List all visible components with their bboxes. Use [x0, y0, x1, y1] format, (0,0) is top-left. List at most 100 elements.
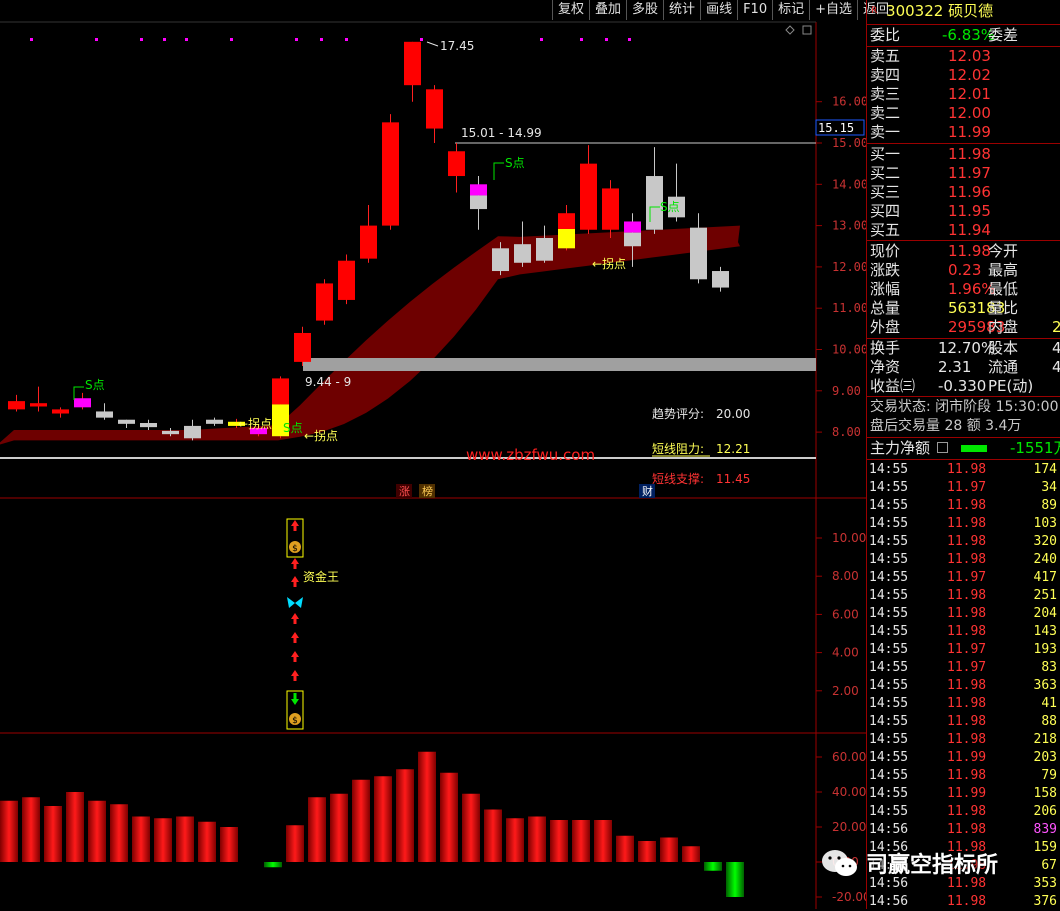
stock-name: 硕贝德	[948, 2, 994, 20]
price-tick: 11.00	[832, 301, 866, 315]
toolbar-btn-7[interactable]: +自选	[809, 0, 857, 20]
toolbar-btn-2[interactable]: 多股	[626, 0, 663, 20]
toolbar-btn-5[interactable]: F10	[737, 0, 772, 20]
tick-row: 14:55 11.98 89	[869, 498, 1057, 513]
candle	[558, 229, 575, 249]
candle	[52, 409, 69, 414]
flow-bar	[44, 806, 62, 862]
stat-row: 现价 11.98 今开	[870, 242, 1019, 260]
flow-bar	[660, 837, 678, 862]
up-arrow-icon	[291, 670, 299, 681]
price-tag-text: 15.15	[818, 121, 854, 135]
high-pointer	[426, 41, 439, 47]
candle	[536, 237, 553, 261]
menu-icon[interactable]	[936, 442, 948, 453]
mid-tick: 4.00	[832, 646, 859, 660]
flow-bar	[616, 835, 634, 862]
turn-point-label: ←拐点	[304, 428, 338, 443]
flow-bar	[638, 841, 656, 862]
flow-bar	[704, 862, 722, 871]
signal-dot	[320, 38, 323, 41]
toolbar-btn-4[interactable]: 画线	[700, 0, 737, 20]
toolbar-btn-6[interactable]: 标记	[772, 0, 809, 20]
up-arrow-icon	[291, 558, 299, 569]
tick-row: 14:55 11.98 206	[869, 804, 1057, 819]
net-bar	[960, 445, 987, 452]
candle	[470, 195, 487, 210]
flow-bar	[484, 809, 502, 862]
wechat-name: 司赢空指标所	[866, 853, 999, 878]
mid-label: 资金王	[303, 569, 339, 584]
price-tick: 16.00	[832, 95, 866, 109]
signal-dot	[140, 38, 143, 41]
weibi-row: 委比 -6.83% 委差	[870, 26, 1019, 44]
toolbar-btn-1[interactable]: 叠加	[589, 0, 626, 20]
flow-bar	[66, 792, 84, 862]
flow-bar	[22, 797, 40, 862]
trend-value: 20.00	[716, 407, 750, 421]
up-arrow-icon	[291, 576, 299, 587]
up-arrow-icon	[291, 613, 299, 624]
butterfly-icon	[287, 597, 303, 608]
candle	[338, 260, 355, 300]
turn-point-label: ←拐点	[238, 416, 272, 431]
candle	[624, 221, 641, 233]
bid-row: 买二 11.97	[870, 164, 991, 182]
tick-row: 14:55 11.98 174	[869, 462, 1057, 477]
stat-row: 外盘 295983 内盘 2	[870, 318, 1060, 336]
signal-dot	[605, 38, 608, 41]
support2-label: 短线支撑:	[652, 471, 704, 486]
candle	[426, 89, 443, 129]
price-tick: 8.00	[832, 425, 861, 439]
up-arrow-icon	[291, 520, 299, 531]
resist2-label: 短线阻力:	[652, 442, 704, 456]
support-band	[303, 358, 816, 371]
candle	[162, 430, 179, 435]
flow-bar	[154, 818, 172, 862]
candle	[140, 423, 157, 428]
signal-dot	[580, 38, 583, 41]
candle	[690, 227, 707, 280]
tick-row: 14:55 11.98 88	[869, 714, 1057, 729]
candle	[316, 283, 333, 321]
tick-row: 14:55 11.98 218	[869, 732, 1057, 747]
stock-header: R 300322 硕贝德	[871, 2, 993, 21]
signal-dot	[345, 38, 348, 41]
ask-row: 卖一 11.99	[870, 123, 991, 141]
trend-label: 趋势评分:	[652, 407, 704, 421]
s-point-label: S点	[660, 200, 680, 214]
chart-area[interactable]: 16.00 15.00 14.00 13.00 12.00 11.00 10.00 9.00 8…	[0, 0, 866, 909]
flow-bar	[506, 818, 524, 862]
candle	[492, 248, 509, 272]
bottom-tick: 60.00	[832, 750, 866, 764]
flow-bar	[682, 846, 700, 862]
candle	[294, 332, 311, 362]
candle	[712, 271, 729, 288]
ask-row: 卖五 12.03	[870, 47, 991, 65]
flow-bar	[0, 800, 18, 862]
main-net-row: 主力净额 -1551万	[870, 439, 1060, 458]
candle	[580, 163, 597, 230]
signal-dot	[185, 38, 188, 41]
stat-row: 涨跌 0.23 最高	[870, 261, 1019, 279]
after-hours: 盘后交易量 28 额 3.4万	[870, 418, 1022, 434]
flow-bar	[396, 769, 414, 862]
candle	[206, 419, 223, 424]
price-tick: 10.00	[832, 343, 866, 357]
candle	[448, 151, 465, 177]
resist2-value: 12.21	[716, 442, 750, 456]
ask-row: 卖二 12.00	[870, 104, 991, 122]
flow-bar	[572, 820, 590, 862]
flow-bar	[110, 804, 128, 862]
candle	[624, 232, 641, 247]
signal-dot	[540, 38, 543, 41]
toolbar-btn-3[interactable]: 统计	[663, 0, 700, 20]
mid-tick: 10.00	[832, 531, 866, 545]
candle	[74, 398, 91, 408]
up-arrow-icon	[291, 651, 299, 662]
flow-bar	[286, 825, 304, 862]
toolbar-btn-0[interactable]: 复权	[552, 0, 589, 20]
cai-label: 财	[642, 484, 653, 498]
signal-dot	[420, 38, 423, 41]
candle	[8, 401, 25, 410]
